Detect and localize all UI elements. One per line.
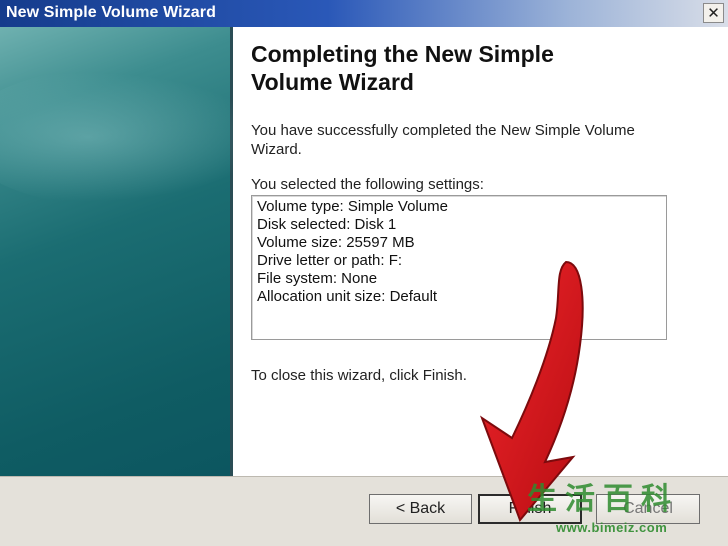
setting-allocation-unit: Allocation unit size: Default bbox=[257, 288, 438, 305]
watermark-url: www.bimeiz.com bbox=[556, 520, 668, 535]
settings-summary-box[interactable]: Volume type: Simple Volume Disk selected… bbox=[251, 195, 667, 340]
page-title: Completing the New Simple Volume Wizard bbox=[251, 40, 631, 96]
wizard-content: Completing the New Simple Volume Wizard … bbox=[233, 27, 728, 476]
setting-file-system: File system: None bbox=[257, 270, 378, 287]
setting-drive-letter: Drive letter or path: F: bbox=[257, 252, 403, 269]
watermark-logo: 生活百科 bbox=[527, 482, 679, 517]
setting-disk-selected: Disk selected: Disk 1 bbox=[257, 216, 397, 233]
back-button[interactable]: < Back bbox=[369, 494, 472, 524]
wizard-banner-panel bbox=[0, 27, 280, 476]
page-title-line-2: Volume Wizard bbox=[251, 69, 414, 95]
setting-volume-type: Volume type: Simple Volume bbox=[257, 198, 448, 215]
close-button[interactable]: ✕ bbox=[703, 3, 724, 23]
wizard-window: New Simple Volume Wizard ✕ Completing th… bbox=[0, 0, 728, 546]
close-icon: ✕ bbox=[707, 4, 720, 22]
page-title-line-1: Completing the New Simple bbox=[251, 41, 554, 67]
close-instruction: To close this wizard, click Finish. bbox=[251, 367, 467, 384]
window-title: New Simple Volume Wizard bbox=[6, 4, 217, 21]
setting-volume-size: Volume size: 25597 MB bbox=[257, 234, 415, 251]
success-message: You have successfully completed the New … bbox=[251, 122, 635, 158]
settings-label: You selected the following settings: bbox=[251, 176, 484, 193]
title-bar[interactable]: New Simple Volume Wizard ✕ bbox=[0, 0, 728, 27]
